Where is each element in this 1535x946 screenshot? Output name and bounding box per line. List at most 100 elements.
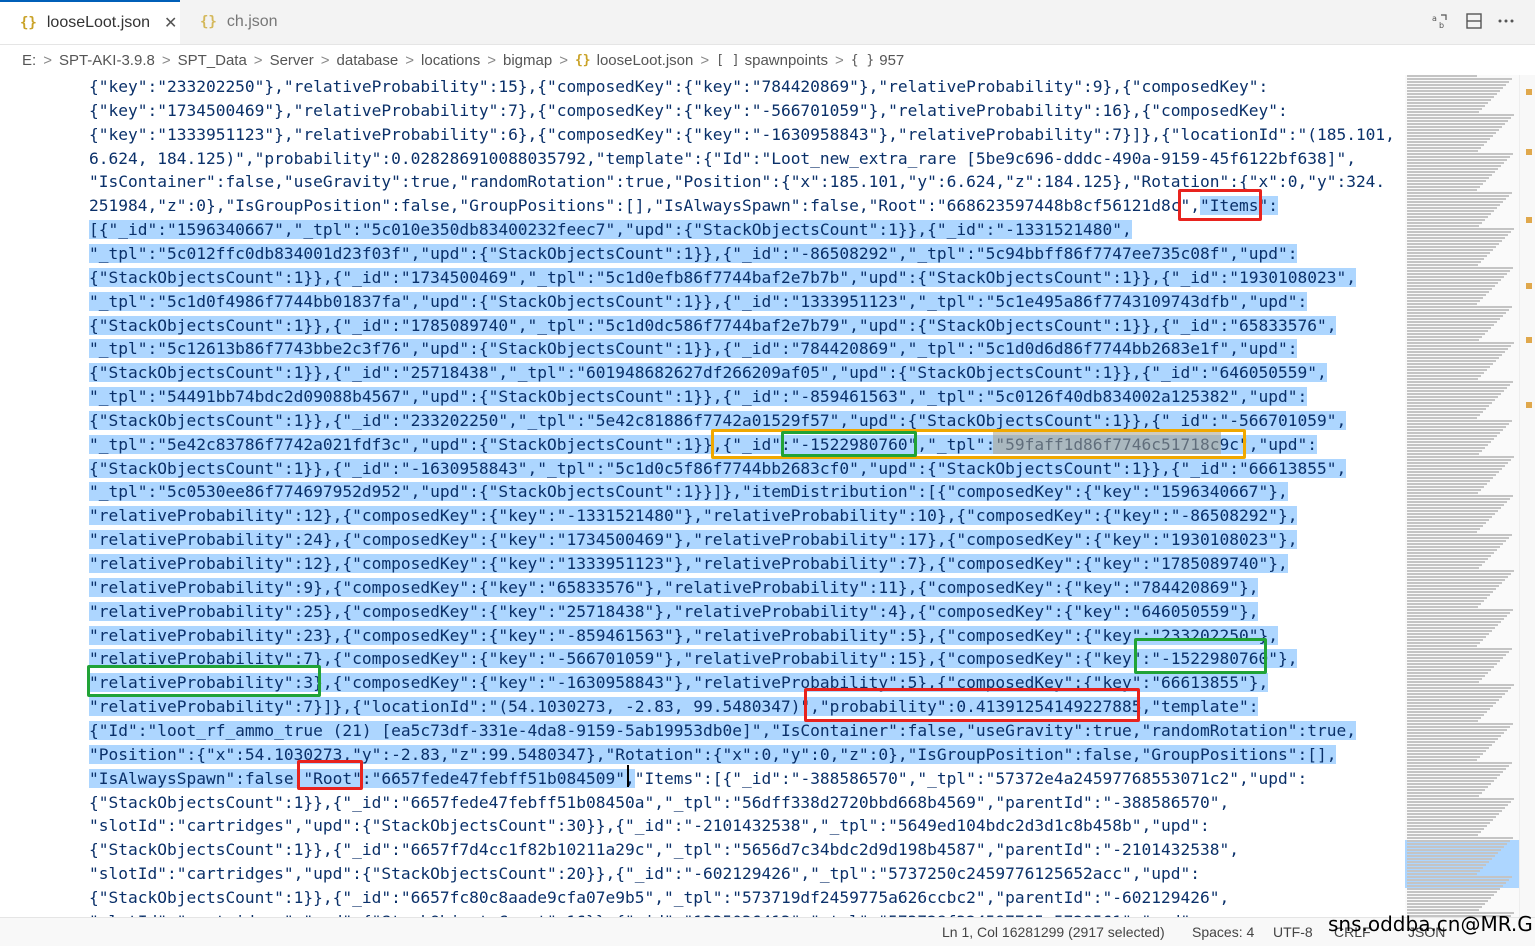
- breadcrumb-item-locations[interactable]: locations: [421, 52, 480, 69]
- minimap-line: [1407, 411, 1483, 413]
- minimap-line: [1407, 663, 1497, 665]
- vertical-scrollbar[interactable]: [1519, 75, 1535, 917]
- minimap-line: [1407, 405, 1489, 407]
- minimap-line: [1407, 876, 1512, 878]
- minimap-line: [1407, 144, 1484, 146]
- tab-looseloot-json[interactable]: {} looseLoot.json ✕: [0, 0, 180, 44]
- status-bar: Ln 1, Col 16281299 (2917 selected) Space…: [0, 917, 1535, 946]
- minimap-line: [1407, 447, 1485, 449]
- close-icon[interactable]: ✕: [164, 13, 177, 33]
- more-actions-icon[interactable]: [1496, 12, 1516, 32]
- highlight-box-relative-probability: [87, 665, 321, 697]
- minimap-line: [1407, 462, 1508, 464]
- code-line: "relativeProbability":24},{"composedKey"…: [89, 530, 1298, 550]
- breadcrumb-item-spawnpoints[interactable]: spawnpoints: [745, 52, 828, 69]
- minimap-line: [1407, 666, 1494, 668]
- minimap-line: [1407, 723, 1513, 725]
- minimap-line: [1407, 711, 1487, 713]
- breadcrumb-item-spt-aki[interactable]: SPT-AKI-3.9.8: [59, 52, 155, 69]
- json-braces-icon: {}: [20, 15, 37, 31]
- code-line: "slotId":"cartridges","upd":{"StackObjec…: [89, 910, 1200, 917]
- minimap-line: [1407, 201, 1503, 203]
- json-braces-icon: {}: [574, 52, 591, 68]
- minimap-line: [1407, 615, 1507, 617]
- minimap-line: [1407, 423, 1509, 425]
- breadcrumb-item-server[interactable]: Server: [270, 52, 314, 69]
- minimap-line: [1407, 621, 1501, 623]
- breadcrumb-item-bigmap[interactable]: bigmap: [503, 52, 552, 69]
- minimap-line: [1407, 318, 1500, 320]
- minimap-line: [1407, 588, 1496, 590]
- minimap-line: [1407, 417, 1477, 419]
- chevron-right-icon: >: [320, 51, 330, 69]
- minimap-line: [1407, 135, 1493, 137]
- highlight-box-items: [1178, 189, 1262, 221]
- minimap-line: [1407, 489, 1481, 491]
- minimap-line: [1407, 336, 1482, 338]
- minimap-line: [1407, 753, 1483, 755]
- breadcrumb-item-spt-data[interactable]: SPT_Data: [178, 52, 247, 69]
- minimap-line: [1407, 456, 1514, 458]
- breadcrumb-item-file[interactable]: looseLoot.json: [597, 52, 694, 69]
- breadcrumb-item-drive[interactable]: E:: [22, 52, 36, 69]
- minimap-line: [1407, 576, 1508, 578]
- minimap[interactable]: [1405, 75, 1519, 917]
- minimap-line: [1407, 702, 1496, 704]
- breadcrumb-item-index[interactable]: 957: [879, 52, 904, 69]
- code-line: "relativeProbability":9},{"composedKey":…: [89, 577, 1259, 597]
- indentation-setting[interactable]: Spaces: 4: [1192, 924, 1254, 940]
- minimap-line: [1407, 78, 1512, 80]
- minimap-line: [1407, 303, 1477, 305]
- code-line: "IsAlwaysSpawn":false,"Root":"6657fede47…: [89, 768, 1308, 788]
- minimap-line: [1407, 582, 1502, 584]
- tab-bar: {} looseLoot.json ✕ {} ch.json ab: [0, 0, 1535, 45]
- code-line: {"StackObjectsCount":1}},{"_id":"-163095…: [89, 458, 1347, 478]
- minimap-line: [1407, 330, 1488, 332]
- minimap-line: [1407, 831, 1481, 833]
- code-line: {"key":"1734500469"},"relativeProbabilit…: [89, 100, 1288, 120]
- chevron-right-icon: >: [487, 51, 496, 69]
- minimap-line: [1407, 288, 1492, 290]
- highlight-box-probability: [804, 688, 1140, 722]
- minimap-line: [1407, 372, 1484, 374]
- compare-icon[interactable]: ab: [1430, 12, 1450, 32]
- minimap-line: [1407, 378, 1478, 380]
- minimap-line: [1407, 453, 1479, 455]
- minimap-line: [1407, 840, 1510, 842]
- encoding-setting[interactable]: UTF-8: [1273, 924, 1313, 940]
- minimap-line: [1407, 822, 1490, 824]
- minimap-line: [1407, 900, 1488, 902]
- minimap-line: [1407, 534, 1512, 536]
- minimap-line: [1407, 591, 1493, 593]
- minimap-line: [1407, 168, 1498, 170]
- minimap-line: [1407, 99, 1491, 101]
- minimap-line: [1407, 852, 1498, 854]
- code-editor[interactable]: {"key":"233202250"},"relativeProbability…: [0, 75, 1405, 917]
- minimap-line: [1407, 777, 1497, 779]
- minimap-line: [1407, 528, 1480, 530]
- tab-label: ch.json: [226, 13, 278, 30]
- highlight-box-item-id: [781, 431, 917, 457]
- tab-ch-json[interactable]: {} ch.json: [180, 0, 300, 44]
- minimap-line: [1407, 537, 1509, 539]
- split-editor-icon[interactable]: [1464, 12, 1484, 32]
- minimap-line: [1407, 678, 1482, 680]
- minimap-line: [1407, 888, 1500, 890]
- code-line: "Position":{"x":54.1030273,"y":-2.83,"z"…: [89, 744, 1337, 764]
- minimap-line: [1407, 429, 1503, 431]
- breadcrumb-item-database[interactable]: database: [337, 52, 399, 69]
- object-symbol-icon: { }: [850, 52, 875, 68]
- minimap-line: [1407, 531, 1477, 533]
- watermark: sns.oddba.cn@MR.G: [1328, 912, 1533, 936]
- minimap-line: [1407, 138, 1490, 140]
- cursor-position[interactable]: Ln 1, Col 16281299 (2917 selected): [942, 924, 1165, 940]
- minimap-line: [1407, 345, 1511, 347]
- minimap-line: [1407, 147, 1481, 149]
- minimap-line: [1407, 348, 1508, 350]
- minimap-line: [1407, 342, 1514, 344]
- minimap-line: [1407, 768, 1506, 770]
- minimap-line: [1407, 828, 1484, 830]
- minimap-line: [1407, 159, 1507, 161]
- code-line: {"key":"1333951123"},"relativeProbabilit…: [89, 124, 1395, 144]
- code-line: "relativeProbability":12},{"composedKey"…: [89, 506, 1298, 526]
